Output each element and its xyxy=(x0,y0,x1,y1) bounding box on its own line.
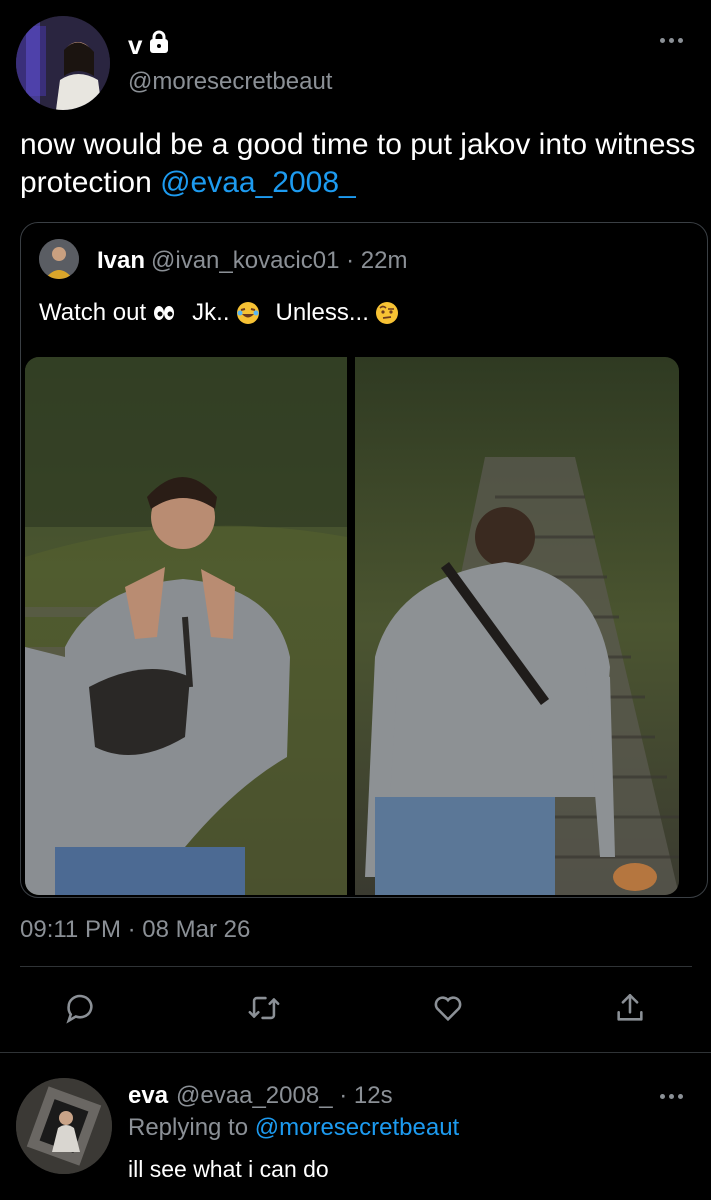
quote-text-part1: Watch out xyxy=(39,299,147,326)
quoted-tweet[interactable]: Ivan @ivan_kovacic01 · 22m Watch out Jk.… xyxy=(20,222,708,898)
replying-to-handle[interactable]: @moresecretbeaut xyxy=(255,1114,459,1141)
display-name[interactable]: v xyxy=(128,30,170,61)
replying-to-prefix: Replying to xyxy=(128,1114,255,1141)
quote-text: Watch out Jk.. Unless... xyxy=(39,299,399,327)
share-icon xyxy=(613,991,647,1030)
lock-icon xyxy=(148,30,170,61)
reply-text: ill see what i can do xyxy=(128,1156,329,1182)
tweet-timestamp[interactable]: 09:11 PM · 08 Mar 26 xyxy=(20,916,250,944)
reply-more-options-icon[interactable] xyxy=(660,1094,683,1099)
quote-text-part2: Jk.. xyxy=(192,299,230,326)
mention-link[interactable]: @evaa_2008_ xyxy=(160,166,356,199)
quote-meta: @ivan_kovacic01 · 22m xyxy=(151,247,408,274)
raised-eyebrow-emoji-icon xyxy=(375,301,399,325)
quote-photo-right[interactable] xyxy=(355,357,679,895)
reply-header: eva @evaa_2008_ · 12s xyxy=(128,1082,393,1110)
quote-photo-left[interactable] xyxy=(25,357,347,895)
reply-avatar[interactable] xyxy=(16,1078,112,1174)
laughing-emoji-icon xyxy=(236,301,260,325)
reply-author-name[interactable]: eva xyxy=(128,1082,168,1110)
reply-meta: @evaa_2008_ · 12s xyxy=(176,1082,393,1109)
replying-to: Replying to @moresecretbeaut xyxy=(128,1114,459,1142)
tweet-text: now would be a good time to put jakov in… xyxy=(20,126,700,202)
quote-author-name[interactable]: Ivan xyxy=(97,247,145,275)
avatar[interactable] xyxy=(16,16,110,110)
more-options-icon[interactable] xyxy=(660,38,683,43)
like-button[interactable] xyxy=(428,990,468,1030)
eyes-emoji-icon xyxy=(152,301,176,325)
divider xyxy=(0,1052,711,1053)
like-icon xyxy=(430,991,466,1030)
divider xyxy=(20,966,692,967)
quote-avatar[interactable] xyxy=(39,239,79,279)
retweet-button[interactable] xyxy=(244,990,284,1030)
retweet-icon xyxy=(246,991,282,1030)
quote-text-part3: Unless... xyxy=(275,299,369,326)
display-name-text: v xyxy=(128,30,143,60)
user-handle[interactable]: @moresecretbeaut xyxy=(128,68,332,96)
tweet-text-body: now would be a good time to put jakov in… xyxy=(20,128,696,199)
reply-button[interactable] xyxy=(60,990,100,1030)
share-button[interactable] xyxy=(610,990,650,1030)
reply-icon xyxy=(63,991,97,1030)
